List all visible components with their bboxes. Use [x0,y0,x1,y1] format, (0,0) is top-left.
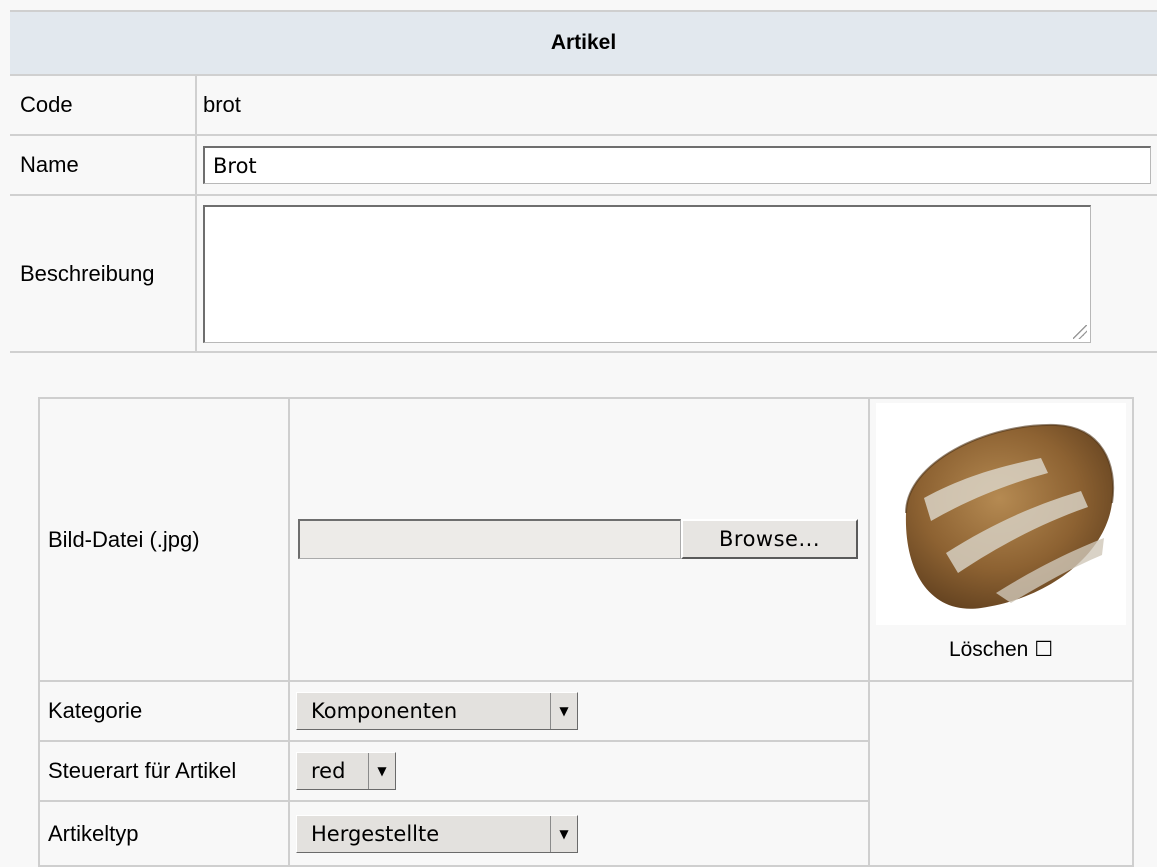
beschreibung-textarea[interactable] [203,204,1091,343]
beschreibung-label: Beschreibung [10,196,197,351]
artikeltyp-cell: Hergestellte ▼ [290,802,870,865]
kategorie-select[interactable]: Komponenten ▼ [296,692,578,730]
browse-button[interactable]: Browse... [681,519,858,559]
name-row: Name [10,136,1157,196]
artikeltyp-selected: Hergestellte [311,821,440,846]
file-upload[interactable]: Browse... [298,519,858,559]
beschreibung-row: Beschreibung [10,196,1157,353]
kategorie-cell: Komponenten ▼ [290,682,870,742]
image-cell: Löschen ☐ [870,399,1132,682]
empty-cell [870,682,1132,865]
steuerart-cell: red ▼ [290,742,870,802]
steuerart-select[interactable]: red ▼ [296,752,396,790]
delete-option[interactable]: Löschen ☐ [870,637,1132,662]
bild-file-cell: Browse... [290,399,870,682]
steuerart-label: Steuerart für Artikel [40,742,290,802]
file-path-input[interactable] [298,519,681,559]
triangle-down-icon[interactable]: ▼ [550,815,577,852]
code-row: Code brot [10,76,1157,136]
name-input[interactable] [203,146,1151,184]
code-value: brot [203,92,241,117]
bread-image [876,403,1126,625]
name-label: Name [10,136,197,194]
code-label: Code [10,76,197,134]
delete-label: Löschen [948,638,1029,661]
artikeltyp-select[interactable]: Hergestellte ▼ [296,814,578,853]
bild-label: Bild-Datei (.jpg) [40,399,290,682]
triangle-down-icon[interactable]: ▼ [368,753,395,789]
artikeltyp-label: Artikeltyp [40,802,290,865]
triangle-down-icon[interactable]: ▼ [550,693,577,729]
resize-grip-icon[interactable] [1073,324,1087,339]
details-table: Bild-Datei (.jpg) Browse... Löschen ☐ Ka… [38,397,1134,867]
checkbox-unchecked-icon[interactable]: ☐ [1034,637,1053,661]
steuerart-selected: red [311,759,346,783]
kategorie-selected: Komponenten [311,699,458,723]
artikel-table: Artikel Code brot Name Beschreibung [10,10,1157,353]
artikel-header: Artikel [10,12,1157,76]
kategorie-label: Kategorie [40,682,290,742]
